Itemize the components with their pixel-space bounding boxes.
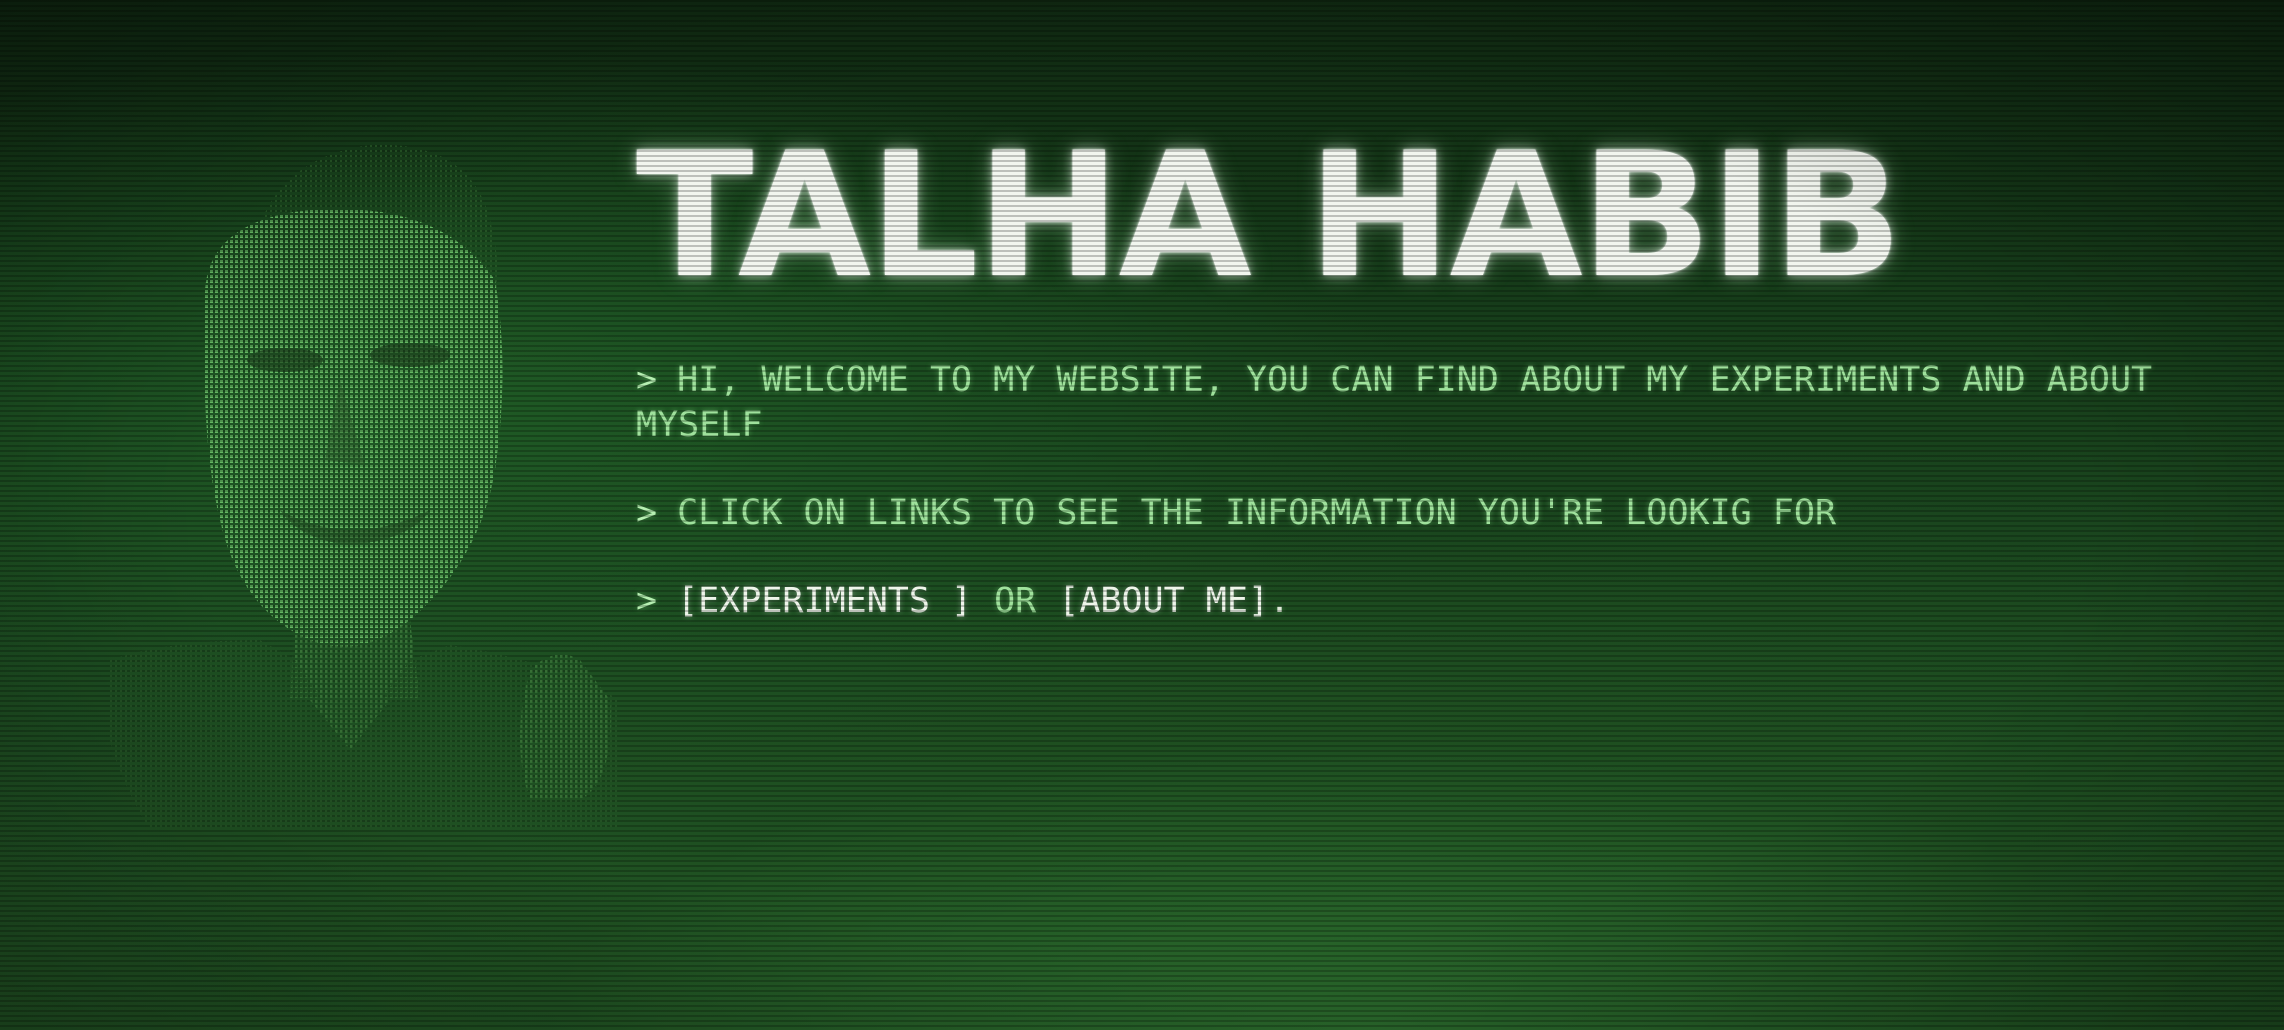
link-separator: OR [994,581,1037,621]
prompt-symbol: > [636,581,658,621]
intro-line-welcome: > HI, WELCOME TO MY WEBSITE, YOU CAN FIND… [636,358,2196,448]
welcome-text: HI, WELCOME TO MY WEBSITE, YOU CAN FIND … [636,360,2153,445]
links-line: > [EXPERIMENTS ] OR [ABOUT ME]. [636,579,2196,624]
prompt-symbol: > [636,360,658,400]
prompt-symbol: > [636,493,658,533]
trailing-period: . [1268,581,1291,621]
main-content: TALHA HABIB > HI, WELCOME TO MY WEBSITE, … [636,130,2196,624]
portrait-icon [110,144,620,830]
page-title: TALHA HABIB [636,115,1903,316]
experiments-link[interactable]: [EXPERIMENTS ] [677,581,972,621]
ascii-portrait-image [110,140,620,830]
about-me-link[interactable]: [ABOUT ME] [1058,581,1269,621]
instructions-text: CLICK ON LINKS TO SEE THE INFORMATION YO… [677,493,1837,533]
intro-line-instructions: > CLICK ON LINKS TO SEE THE INFORMATION Y… [636,491,2196,536]
